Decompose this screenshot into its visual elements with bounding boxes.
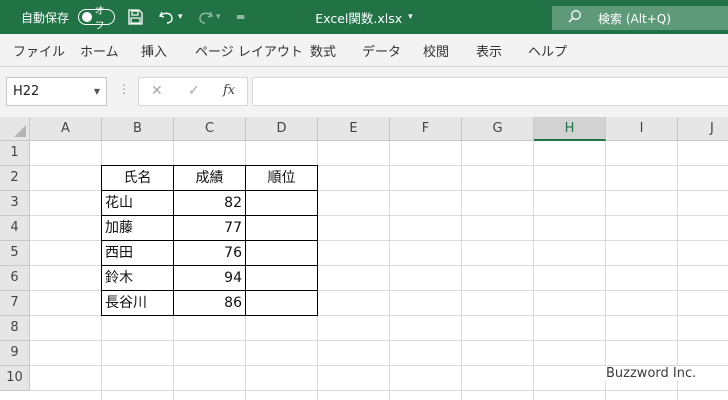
- search-box[interactable]: 検索 (Alt+Q): [552, 6, 728, 30]
- undo-dropdown-icon[interactable]: ▾: [178, 0, 183, 34]
- select-all-button[interactable]: [0, 117, 30, 141]
- tab-home[interactable]: ホーム: [80, 34, 119, 66]
- worksheet-grid: A B C D E F G H I J 1 2 3 4 5 6 7 8 9 10…: [0, 117, 728, 400]
- formula-bar: H22 ▼ ⋮ ✕ ✓ fx: [0, 67, 728, 117]
- search-label: 検索 (Alt+Q): [598, 11, 671, 26]
- autosave-toggle[interactable]: オフ: [78, 6, 115, 32]
- row-header-10[interactable]: 10: [0, 366, 30, 391]
- gridline: [461, 141, 462, 400]
- search-icon: [568, 9, 582, 27]
- gridline: [30, 390, 728, 391]
- cell-b4[interactable]: 加藤: [101, 215, 174, 241]
- tab-page-layout[interactable]: ページ レイアウト: [195, 34, 303, 66]
- cell-d5[interactable]: [245, 240, 318, 266]
- cell-d2[interactable]: 順位: [245, 165, 318, 191]
- cell-b7[interactable]: 長谷川: [101, 290, 174, 316]
- column-header-d[interactable]: D: [246, 117, 318, 141]
- cell-c4[interactable]: 77: [173, 215, 246, 241]
- tab-help[interactable]: ヘルプ: [528, 34, 567, 66]
- toggle-knob: [82, 12, 92, 22]
- name-box[interactable]: H22 ▼: [6, 77, 107, 106]
- gridline: [30, 340, 728, 341]
- redo-icon[interactable]: [196, 0, 214, 34]
- file-title-arrow-icon[interactable]: ▾: [408, 12, 413, 22]
- formula-input[interactable]: [252, 77, 728, 106]
- redo-dropdown-icon[interactable]: ▾: [216, 0, 221, 34]
- gridline: [677, 141, 678, 400]
- cell-d4[interactable]: [245, 215, 318, 241]
- column-header-i[interactable]: I: [606, 117, 678, 141]
- cell-c7[interactable]: 86: [173, 290, 246, 316]
- row-header-9[interactable]: 9: [0, 341, 30, 366]
- tab-insert[interactable]: 挿入: [141, 34, 167, 66]
- cell-b6[interactable]: 鈴木: [101, 265, 174, 291]
- column-header-j[interactable]: J: [678, 117, 728, 141]
- more-icon[interactable]: ⋮: [118, 82, 130, 96]
- row-header-4[interactable]: 4: [0, 216, 30, 241]
- column-header-b[interactable]: B: [102, 117, 174, 141]
- gridline: [533, 141, 534, 400]
- row-header-3[interactable]: 3: [0, 191, 30, 216]
- column-header-e[interactable]: E: [318, 117, 390, 141]
- insert-function-icon[interactable]: fx: [223, 83, 235, 98]
- save-icon[interactable]: [127, 0, 143, 34]
- cell-b5[interactable]: 西田: [101, 240, 174, 266]
- undo-icon[interactable]: [158, 0, 176, 34]
- cell-d7[interactable]: [245, 290, 318, 316]
- row-header-6[interactable]: 6: [0, 266, 30, 291]
- ribbon-tabs: ファイル ホーム 挿入 ページ レイアウト 数式 データ 校閲 表示 ヘルプ: [0, 34, 728, 67]
- cell-d6[interactable]: [245, 265, 318, 291]
- customize-quick-access-icon[interactable]: ═: [237, 0, 244, 34]
- row-header-1[interactable]: 1: [0, 141, 30, 166]
- tab-data[interactable]: データ: [362, 34, 401, 66]
- tab-review[interactable]: 校閲: [423, 34, 449, 66]
- name-box-value: H22: [13, 84, 40, 99]
- cancel-icon[interactable]: ✕: [151, 83, 163, 99]
- cell-c3[interactable]: 82: [173, 190, 246, 216]
- tab-file[interactable]: ファイル: [13, 34, 65, 66]
- column-header-c[interactable]: C: [174, 117, 246, 141]
- tab-view[interactable]: 表示: [476, 34, 502, 66]
- cell-c5[interactable]: 76: [173, 240, 246, 266]
- gridline: [605, 141, 606, 400]
- name-box-dropdown-icon[interactable]: ▼: [94, 87, 100, 96]
- column-header-h[interactable]: H: [534, 117, 606, 141]
- cell-b3[interactable]: 花山: [101, 190, 174, 216]
- column-header-g[interactable]: G: [462, 117, 534, 141]
- enter-icon[interactable]: ✓: [188, 83, 200, 99]
- tab-formulas[interactable]: 数式: [310, 34, 336, 66]
- cell-c6[interactable]: 94: [173, 265, 246, 291]
- row-header-7[interactable]: 7: [0, 291, 30, 316]
- autosave-label: 自動保存: [21, 10, 70, 25]
- file-title[interactable]: Excel関数.xlsx: [315, 8, 402, 27]
- column-header-a[interactable]: A: [30, 117, 102, 141]
- cell-d3[interactable]: [245, 190, 318, 216]
- cell-b2[interactable]: 氏名: [101, 165, 174, 191]
- watermark: Buzzword Inc.: [604, 366, 699, 381]
- row-header-5[interactable]: 5: [0, 241, 30, 266]
- row-header-2[interactable]: 2: [0, 166, 30, 191]
- cell-c2[interactable]: 成績: [173, 165, 246, 191]
- gridline: [389, 141, 390, 400]
- title-bar: 自動保存 オフ ▾ ▾ ═ Excel関数.xlsx ▾ 検索 (Alt+Q): [0, 0, 728, 34]
- formula-buttons: ✕ ✓ fx: [138, 77, 248, 106]
- autosave-state: オフ: [94, 6, 105, 32]
- row-header-8[interactable]: 8: [0, 316, 30, 341]
- column-header-f[interactable]: F: [390, 117, 462, 141]
